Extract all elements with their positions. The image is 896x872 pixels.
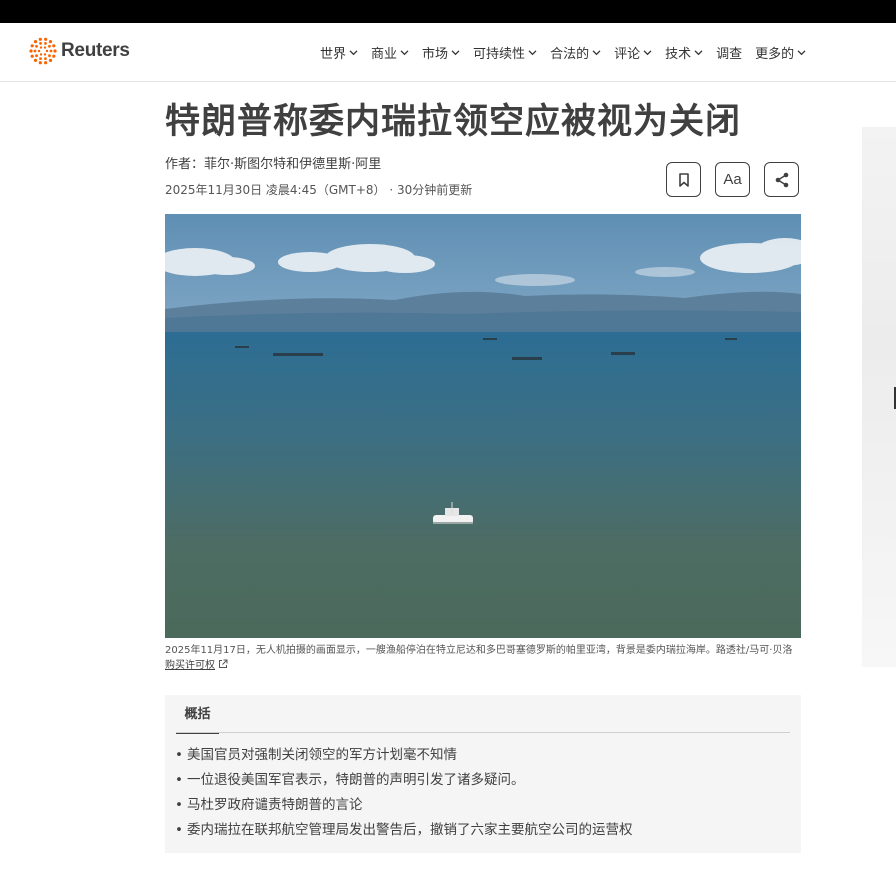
chevron-down-icon xyxy=(349,48,358,57)
share-button[interactable] xyxy=(764,162,799,197)
nav-item-label: 合法的 xyxy=(550,46,590,62)
summary-box: 概括 美国官员对强制关闭领空的军方计划毫不知情一位退役美国军官表示，特朗普的声明… xyxy=(165,695,801,853)
chevron-down-icon xyxy=(694,48,703,57)
dateline: 2025年11月30日 凌晨4:45（GMT+8） · 30分钟前更新 xyxy=(165,181,472,198)
nav-item-7[interactable]: 调查 xyxy=(716,42,742,62)
byline-prefix: 作者： xyxy=(165,157,205,172)
external-link-icon xyxy=(218,659,228,669)
nav-item-2[interactable]: 市场 xyxy=(422,42,460,62)
bookmark-icon xyxy=(678,172,689,187)
chevron-down-icon xyxy=(400,48,409,57)
license-link[interactable]: 购买许可权 xyxy=(165,660,215,671)
byline: 作者：菲尔·斯图尔特和伊德里斯·阿里 xyxy=(165,153,381,172)
reuters-logo[interactable]: Reuters xyxy=(28,36,130,66)
nav-item-0[interactable]: 世界 xyxy=(320,42,358,62)
publish-date: 2025年11月30日 凌晨4:45（GMT+8） xyxy=(165,183,386,197)
site-header: Reuters 世界 商业 市场 可持续性 合法的 评论 技术 调查 更多的 xyxy=(0,23,896,82)
nav-item-label: 更多的 xyxy=(755,46,795,62)
brand-name: Reuters xyxy=(61,40,130,61)
nav-item-label: 评论 xyxy=(614,46,641,62)
divider xyxy=(176,732,790,733)
image-caption: 2025年11月17日，无人机拍摄的画面显示，一艘渔船停泊在特立尼达和多巴哥塞德… xyxy=(165,643,797,673)
bookmark-button[interactable] xyxy=(666,162,701,197)
font-size-button[interactable]: Aa xyxy=(715,162,750,197)
nav-item-3[interactable]: 可持续性 xyxy=(473,42,537,62)
chevron-down-icon xyxy=(797,48,806,57)
summary-item: 马杜罗政府谴责特朗普的言论 xyxy=(175,793,632,818)
font-size-label: Aa xyxy=(723,171,742,188)
nav-item-label: 可持续性 xyxy=(473,46,526,62)
nav-item-label: 调查 xyxy=(716,46,743,62)
browser-top-bar xyxy=(0,0,896,23)
summary-list: 美国官员对强制关闭领空的军方计划毫不知情一位退役美国军官表示，特朗普的声明引发了… xyxy=(175,743,633,843)
updated-time: · 30分钟前更新 xyxy=(385,183,473,197)
nav-item-label: 商业 xyxy=(371,46,398,62)
side-advertisement[interactable] xyxy=(862,127,896,667)
nav-item-6[interactable]: 技术 xyxy=(665,42,703,62)
chevron-down-icon xyxy=(528,48,537,57)
nav-item-label: 世界 xyxy=(320,46,347,62)
nav-item-label: 技术 xyxy=(665,46,692,62)
nav-item-8[interactable]: 更多的 xyxy=(755,42,806,62)
summary-item: 委内瑞拉在联邦航空管理局发出警告后，撤销了六家主要航空公司的运营权 xyxy=(175,818,633,843)
summary-item: 一位退役美国军官表示，特朗普的声明引发了诸多疑问。 xyxy=(175,768,632,793)
chevron-down-icon xyxy=(451,48,460,57)
share-icon xyxy=(775,172,788,187)
summary-item: 美国官员对强制关闭领空的军方计划毫不知情 xyxy=(175,743,632,768)
main-nav: 世界 商业 市场 可持续性 合法的 评论 技术 调查 更多的 xyxy=(320,42,819,62)
tab-summary[interactable]: 概括 xyxy=(176,695,219,734)
caption-text: 2025年11月17日，无人机拍摄的画面显示，一艘渔船停泊在特立尼达和多巴哥塞德… xyxy=(165,645,793,656)
hero-image[interactable] xyxy=(165,214,801,638)
nav-item-label: 市场 xyxy=(422,46,449,62)
chevron-down-icon xyxy=(592,48,601,57)
nav-item-1[interactable]: 商业 xyxy=(371,42,409,62)
chevron-down-icon xyxy=(643,48,652,57)
nav-item-5[interactable]: 评论 xyxy=(614,42,652,62)
author-links[interactable]: 菲尔·斯图尔特和伊德里斯·阿里 xyxy=(204,157,381,172)
article-title: 特朗普称委内瑞拉领空应被视为关闭 xyxy=(165,102,742,142)
nav-item-4[interactable]: 合法的 xyxy=(550,42,601,62)
reuters-dots-logo-icon xyxy=(29,37,57,65)
bay-fishing-boat-photo xyxy=(165,214,801,638)
